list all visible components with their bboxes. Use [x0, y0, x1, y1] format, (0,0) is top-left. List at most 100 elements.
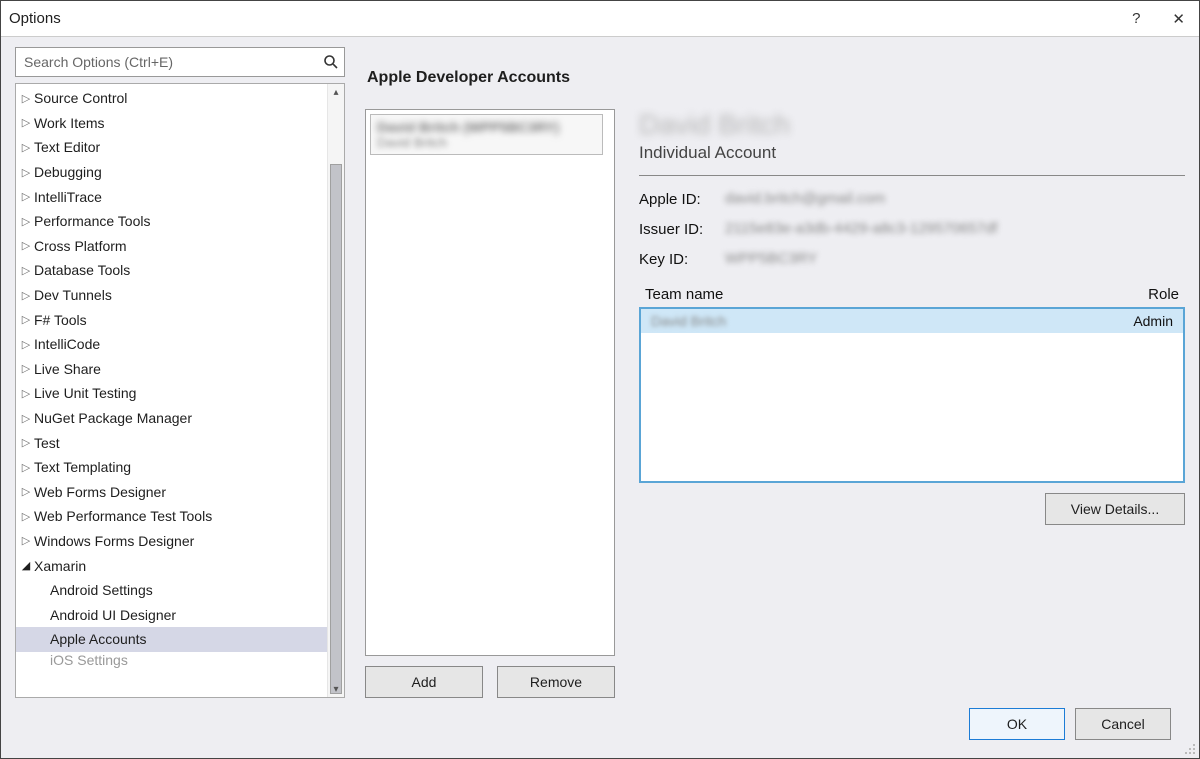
tree-item: iOS Settings	[16, 652, 327, 668]
chevron-right-icon[interactable]: ▷	[20, 436, 32, 449]
tree-item[interactable]: Android Settings	[16, 578, 327, 603]
accounts-list: David Britch (WPP5BC3RY) David Britch	[365, 109, 615, 656]
view-details-button[interactable]: View Details...	[1045, 493, 1185, 525]
tree-item[interactable]: ▷Test	[16, 430, 327, 455]
detail-label: Apple ID:	[639, 191, 713, 208]
main-row: ▷Source Control▷Work Items▷Text Editor▷D…	[15, 47, 1185, 698]
chevron-right-icon[interactable]: ▷	[20, 362, 32, 375]
chevron-right-icon[interactable]: ▷	[20, 534, 32, 547]
chevron-right-icon[interactable]: ▷	[20, 485, 32, 498]
chevron-right-icon[interactable]: ▷	[20, 116, 32, 129]
tree-item[interactable]: ▷Database Tools	[16, 258, 327, 283]
tree-item-label: Live Share	[34, 361, 101, 377]
detail-row: Apple ID:david.britch@gmail.com	[639, 190, 1185, 208]
ok-button[interactable]: OK	[969, 708, 1065, 740]
content-panel: Apple Developer Accounts David Britch (W…	[365, 47, 1185, 698]
chevron-right-icon[interactable]: ▷	[20, 461, 32, 474]
tree-item-label: Text Editor	[34, 139, 100, 155]
tree-item[interactable]: ▷Source Control	[16, 86, 327, 111]
tree-scrollbar[interactable]: ▴ ▾	[327, 84, 344, 697]
view-details-row: View Details...	[639, 493, 1185, 525]
team-table: David Britch Admin	[639, 307, 1185, 483]
account-item-subtitle: David Britch	[377, 135, 596, 150]
tree-item[interactable]: ▷Live Share	[16, 357, 327, 382]
tree-item[interactable]: ▷Cross Platform	[16, 234, 327, 259]
tree-item-label: F# Tools	[34, 312, 87, 328]
cancel-button[interactable]: Cancel	[1075, 708, 1171, 740]
chevron-right-icon[interactable]: ▷	[20, 338, 32, 351]
tree-item-label: Cross Platform	[34, 238, 127, 254]
detail-row: Issuer ID:2115e83e-a3db-4429-a8c3-129570…	[639, 220, 1185, 238]
tree-item-label: Source Control	[34, 90, 127, 106]
tree-item-label: Apple Accounts	[50, 631, 147, 647]
chevron-right-icon[interactable]: ▷	[20, 289, 32, 302]
tree-item[interactable]: ▷Work Items	[16, 111, 327, 136]
tree-item-label: Live Unit Testing	[34, 385, 136, 401]
tree-item[interactable]: ▷Dev Tunnels	[16, 283, 327, 308]
tree-item[interactable]: ▷Live Unit Testing	[16, 381, 327, 406]
sidebar: ▷Source Control▷Work Items▷Text Editor▷D…	[15, 47, 345, 698]
tree-item[interactable]: ▷IntelliCode	[16, 332, 327, 357]
resize-grip-icon[interactable]	[1184, 743, 1196, 755]
scroll-up-icon[interactable]: ▴	[328, 84, 344, 100]
tree-item[interactable]: ▷F# Tools	[16, 307, 327, 332]
tree-item[interactable]: Apple Accounts	[16, 627, 327, 652]
tree-item-label: Android UI Designer	[50, 607, 176, 623]
column-role: Role	[1148, 286, 1179, 303]
tree-item[interactable]: ▷Text Editor	[16, 135, 327, 160]
scroll-down-icon[interactable]: ▾	[328, 681, 344, 697]
tree-item[interactable]: ▷Performance Tools	[16, 209, 327, 234]
account-detail: David Britch Individual Account Apple ID…	[639, 109, 1185, 698]
close-icon[interactable]: ✕	[1166, 10, 1191, 28]
options-tree: ▷Source Control▷Work Items▷Text Editor▷D…	[15, 83, 345, 698]
tree-item[interactable]: ▷Web Forms Designer	[16, 480, 327, 505]
tree-item[interactable]: ▷Windows Forms Designer	[16, 529, 327, 554]
account-item[interactable]: David Britch (WPP5BC3RY) David Britch	[370, 114, 603, 155]
tree-item-label: IntelliCode	[34, 336, 100, 352]
window-title: Options	[9, 10, 61, 27]
chevron-right-icon[interactable]: ▷	[20, 239, 32, 252]
team-table-header: Team name Role	[639, 286, 1185, 307]
detail-label: Key ID:	[639, 251, 713, 268]
account-buttons: Add Remove	[365, 666, 615, 698]
tree-item[interactable]: ▷Debugging	[16, 160, 327, 185]
chevron-down-icon[interactable]: ◢	[20, 559, 32, 572]
tree-item[interactable]: ▷NuGet Package Manager	[16, 406, 327, 431]
accounts-column: David Britch (WPP5BC3RY) David Britch Ad…	[365, 109, 615, 698]
tree-item-label: Windows Forms Designer	[34, 533, 194, 549]
chevron-right-icon[interactable]: ▷	[20, 215, 32, 228]
account-name: David Britch	[639, 109, 1185, 141]
chevron-right-icon[interactable]: ▷	[20, 190, 32, 203]
content-row: David Britch (WPP5BC3RY) David Britch Ad…	[365, 109, 1185, 698]
chevron-right-icon[interactable]: ▷	[20, 387, 32, 400]
scroll-thumb[interactable]	[330, 164, 342, 694]
search-input[interactable]	[15, 47, 345, 77]
tree-item[interactable]: ▷Text Templating	[16, 455, 327, 480]
help-icon[interactable]: ?	[1126, 10, 1146, 28]
tree-item-label: Debugging	[34, 164, 102, 180]
tree-item-label: Web Forms Designer	[34, 484, 166, 500]
tree-item[interactable]: Android UI Designer	[16, 602, 327, 627]
chevron-right-icon[interactable]: ▷	[20, 412, 32, 425]
tree-item-label: NuGet Package Manager	[34, 410, 192, 426]
tree-item[interactable]: ▷Web Performance Test Tools	[16, 504, 327, 529]
search-wrap	[15, 47, 345, 77]
chevron-right-icon[interactable]: ▷	[20, 141, 32, 154]
remove-button[interactable]: Remove	[497, 666, 615, 698]
chevron-right-icon[interactable]: ▷	[20, 510, 32, 523]
chevron-right-icon[interactable]: ▷	[20, 264, 32, 277]
add-button[interactable]: Add	[365, 666, 483, 698]
chevron-right-icon[interactable]: ▷	[20, 166, 32, 179]
tree-item[interactable]: ◢Xamarin	[16, 553, 327, 578]
chevron-right-icon[interactable]: ▷	[20, 92, 32, 105]
tree-item-label: Xamarin	[34, 558, 86, 574]
account-item-title: David Britch (WPP5BC3RY)	[377, 119, 596, 135]
tree-item-label: Dev Tunnels	[34, 287, 112, 303]
chevron-right-icon[interactable]: ▷	[20, 313, 32, 326]
window-buttons: ? ✕	[1126, 10, 1191, 28]
detail-value: WPP5BC3RY	[725, 250, 905, 268]
team-row[interactable]: David Britch Admin	[641, 309, 1183, 333]
tree-item-label: Text Templating	[34, 459, 131, 475]
column-team-name: Team name	[645, 286, 1148, 303]
tree-item[interactable]: ▷IntelliTrace	[16, 184, 327, 209]
